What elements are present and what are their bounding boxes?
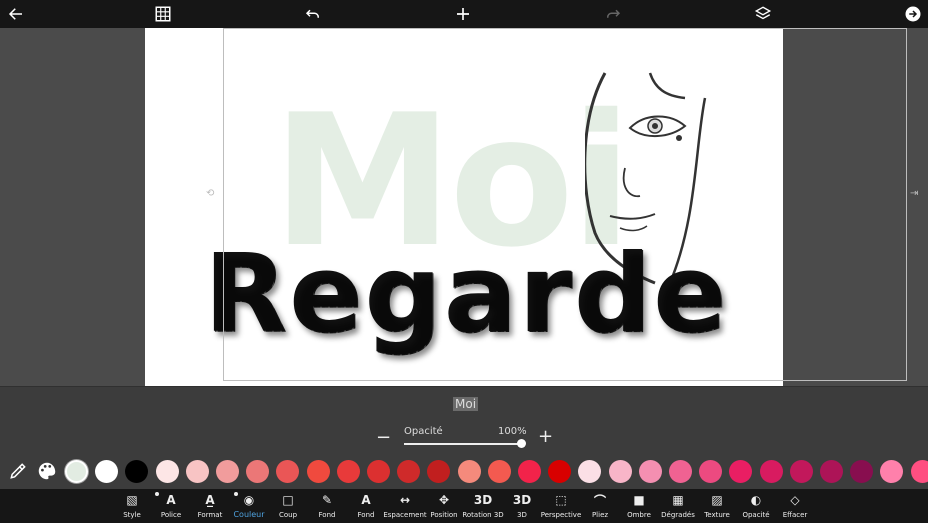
tool-icon: ▦ <box>672 493 684 507</box>
color-swatch[interactable] <box>911 460 928 483</box>
opacity-slider-track[interactable] <box>404 443 522 445</box>
color-swatch[interactable] <box>276 460 299 483</box>
color-swatch[interactable] <box>548 460 571 483</box>
grid-icon[interactable] <box>147 0 179 28</box>
color-swatch[interactable] <box>246 460 269 483</box>
color-swatch[interactable] <box>880 460 903 483</box>
tool-icon: ⬚ <box>555 493 567 507</box>
color-swatch[interactable] <box>850 460 873 483</box>
layer-name-label[interactable]: Moi <box>453 397 479 411</box>
color-swatch[interactable] <box>578 460 601 483</box>
tool-label: Effacer <box>782 511 808 519</box>
top-bar <box>0 0 928 28</box>
tool-effacer[interactable]: ◇ Effacer <box>776 489 814 523</box>
eyedropper-icon[interactable] <box>5 458 31 484</box>
opacity-label: Opacité <box>404 426 443 437</box>
color-swatch[interactable] <box>65 460 88 483</box>
tool-icon: 3D <box>512 493 532 507</box>
layers-icon[interactable] <box>747 0 779 28</box>
color-swatch[interactable] <box>95 460 118 483</box>
tool-icon: ✎ <box>321 493 333 507</box>
color-swatch[interactable] <box>397 460 420 483</box>
tool-icon: □ <box>282 493 294 507</box>
canvas[interactable]: Moi Regarde <box>145 28 783 386</box>
tool-icon: A̲ <box>205 493 215 507</box>
redo-icon[interactable] <box>597 0 629 28</box>
color-swatch[interactable] <box>156 460 179 483</box>
color-swatch[interactable] <box>760 460 783 483</box>
opacity-slider-thumb[interactable] <box>517 439 526 448</box>
tool-icon: A <box>361 493 371 507</box>
color-swatch[interactable] <box>427 460 450 483</box>
main-text[interactable]: Regarde <box>205 236 729 356</box>
bottom-toolbar: ▧ Style A Police A̲ Format ◉ Couleur □ Coup ✎ Fond A… <box>0 489 928 523</box>
color-swatch[interactable] <box>518 460 541 483</box>
color-swatch[interactable] <box>125 460 148 483</box>
undo-icon[interactable] <box>297 0 329 28</box>
layer-name-bar: Moi <box>0 386 928 422</box>
palette-icon[interactable] <box>34 458 60 484</box>
color-swatch[interactable] <box>216 460 239 483</box>
tool-icon: ◇ <box>790 493 800 507</box>
opacity-increase-button[interactable]: + <box>538 426 553 447</box>
resize-handle-icon[interactable]: ⇥ <box>910 188 918 199</box>
color-swatch[interactable] <box>669 460 692 483</box>
tool-icon: ■ <box>633 493 645 507</box>
color-swatch[interactable] <box>729 460 752 483</box>
color-swatch[interactable] <box>307 460 330 483</box>
tool-icon: ▨ <box>711 493 723 507</box>
color-swatch[interactable] <box>337 460 360 483</box>
color-swatch[interactable] <box>458 460 481 483</box>
color-swatch[interactable] <box>790 460 813 483</box>
color-swatch[interactable] <box>367 460 390 483</box>
color-swatch[interactable] <box>699 460 722 483</box>
opacity-row: − Opacité 100% + <box>0 421 928 453</box>
color-swatch[interactable] <box>609 460 632 483</box>
tool-icon: ◐ <box>750 493 762 507</box>
color-swatch[interactable] <box>488 460 511 483</box>
add-icon[interactable] <box>447 0 479 28</box>
color-swatch[interactable] <box>639 460 662 483</box>
workspace: Moi Regarde ⟲ ⇥ <box>0 28 928 386</box>
tool-icon: ▧ <box>126 493 138 507</box>
opacity-value: 100% <box>498 426 527 437</box>
color-swatch-row <box>0 453 928 489</box>
tool-icon: ⌒ <box>593 493 606 508</box>
tool-icon: ↔ <box>399 493 411 507</box>
rotate-handle-icon[interactable]: ⟲ <box>206 188 214 199</box>
tool-icon: A <box>166 493 176 507</box>
tool-icon: ✥ <box>438 493 450 507</box>
opacity-decrease-button[interactable]: − <box>376 427 391 448</box>
tool-icon: 3D <box>473 493 493 507</box>
color-swatch[interactable] <box>186 460 209 483</box>
color-swatch[interactable] <box>820 460 843 483</box>
next-arrow-icon[interactable] <box>897 0 928 28</box>
tool-icon: ◉ <box>243 493 255 507</box>
back-arrow-icon[interactable] <box>0 0 32 28</box>
